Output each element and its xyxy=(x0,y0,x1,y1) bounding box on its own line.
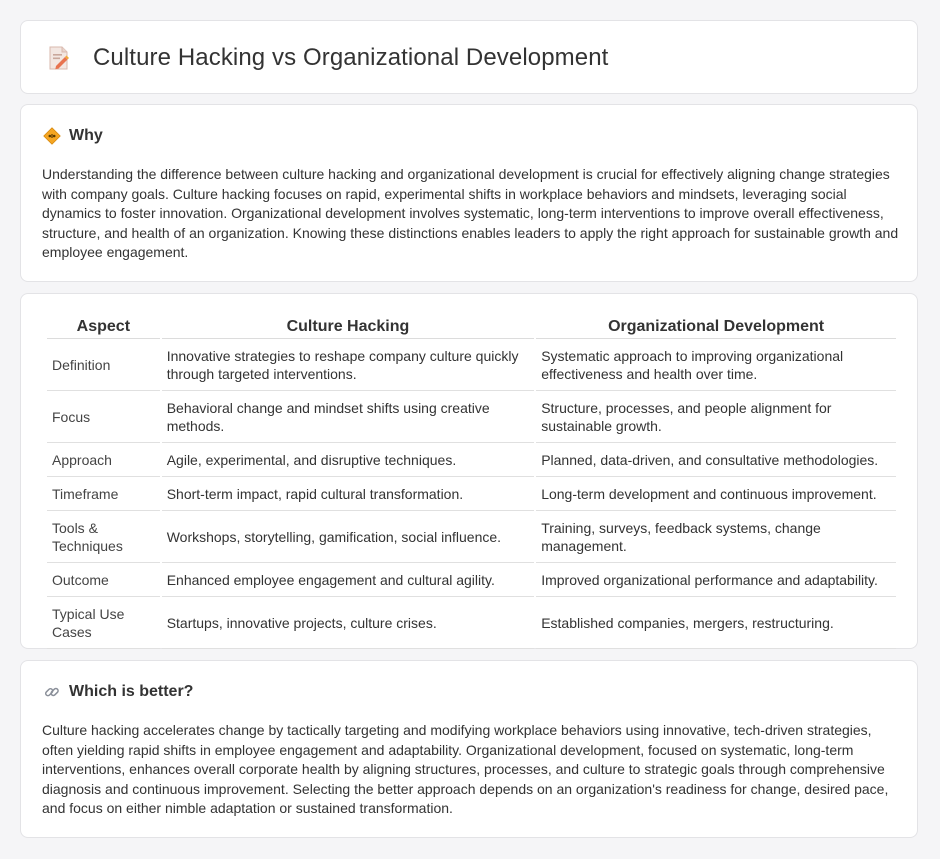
row-aspect: Typical Use Cases xyxy=(47,597,160,649)
table-header-row: Aspect Culture Hacking Organizational De… xyxy=(47,315,896,339)
row-aspect: Outcome xyxy=(47,563,160,597)
row-aspect: Approach xyxy=(47,443,160,477)
why-title: Why xyxy=(69,127,103,144)
row-aspect: Definition xyxy=(47,339,160,391)
title-row: Culture Hacking vs Organizational Develo… xyxy=(47,44,608,72)
which-is-better-section: Which is better? Culture hacking acceler… xyxy=(20,660,918,838)
header-organizational-development: Organizational Development xyxy=(536,315,896,339)
better-title: Which is better? xyxy=(69,683,194,700)
row-culture-hacking: Startups, innovative projects, culture c… xyxy=(161,597,535,649)
header-culture-hacking: Culture Hacking xyxy=(161,315,535,339)
row-organizational-development: Improved organizational performance and … xyxy=(536,563,896,597)
table-row: Timeframe Short-term impact, rapid cultu… xyxy=(47,477,896,511)
link-icon xyxy=(43,683,61,701)
document-pencil-icon xyxy=(47,45,71,71)
comparison-section: Aspect Culture Hacking Organizational De… xyxy=(20,293,918,649)
row-organizational-development: Long-term development and continuous imp… xyxy=(536,477,896,511)
diamond-sign-icon xyxy=(43,127,61,145)
better-heading: Which is better? xyxy=(43,683,193,701)
page-title: Culture Hacking vs Organizational Develo… xyxy=(93,44,609,71)
row-aspect: Timeframe xyxy=(47,477,160,511)
table-row: Definition Innovative strategies to resh… xyxy=(47,339,896,391)
row-culture-hacking: Innovative strategies to reshape company… xyxy=(161,339,535,391)
row-culture-hacking: Agile, experimental, and disruptive tech… xyxy=(161,443,535,477)
header-card: Culture Hacking vs Organizational Develo… xyxy=(20,20,918,94)
table-row: Approach Agile, experimental, and disrup… xyxy=(47,443,896,477)
row-organizational-development: Structure, processes, and people alignme… xyxy=(536,391,896,443)
row-culture-hacking: Short-term impact, rapid cultural transf… xyxy=(161,477,535,511)
row-aspect: Tools & Techniques xyxy=(47,511,160,563)
why-section: Why Understanding the difference between… xyxy=(20,104,918,282)
table-row: Typical Use Cases Startups, innovative p… xyxy=(47,597,896,649)
better-text: Culture hacking accelerates change by ta… xyxy=(42,722,889,817)
table-row: Focus Behavioral change and mindset shif… xyxy=(47,391,896,443)
row-aspect: Focus xyxy=(47,391,160,443)
why-heading: Why xyxy=(43,127,103,145)
row-organizational-development: Training, surveys, feedback systems, cha… xyxy=(536,511,896,563)
row-culture-hacking: Enhanced employee engagement and cultura… xyxy=(161,563,535,597)
why-text: Understanding the difference between cul… xyxy=(42,166,899,261)
table-row: Outcome Enhanced employee engagement and… xyxy=(47,563,896,597)
header-aspect: Aspect xyxy=(47,315,160,339)
row-culture-hacking: Workshops, storytelling, gamification, s… xyxy=(161,511,535,563)
table-row: Tools & Techniques Workshops, storytelli… xyxy=(47,511,896,563)
row-organizational-development: Established companies, mergers, restruct… xyxy=(536,597,896,649)
row-culture-hacking: Behavioral change and mindset shifts usi… xyxy=(161,391,535,443)
row-organizational-development: Planned, data-driven, and consultative m… xyxy=(536,443,896,477)
row-organizational-development: Systematic approach to improving organiz… xyxy=(536,339,896,391)
comparison-table: Aspect Culture Hacking Organizational De… xyxy=(45,315,898,649)
